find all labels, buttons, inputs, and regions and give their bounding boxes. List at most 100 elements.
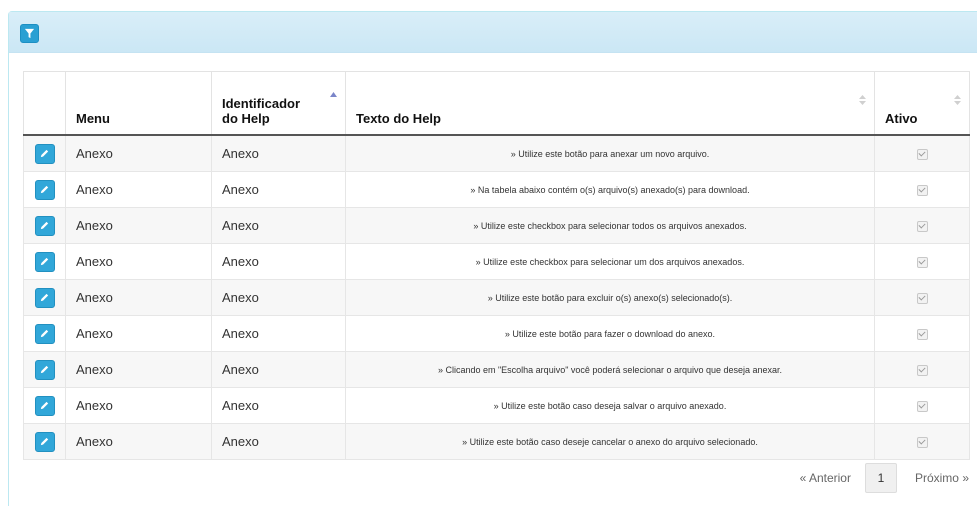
edit-button[interactable] bbox=[34, 179, 55, 200]
menu-cell: Anexo bbox=[65, 171, 212, 208]
column-header-label: Menu bbox=[76, 111, 110, 126]
pencil-icon bbox=[40, 365, 49, 374]
table-row: Anexo Anexo» Na tabela abaixo contém o(s)… bbox=[23, 171, 970, 208]
column-header-texto[interactable]: Texto do Help bbox=[345, 71, 875, 136]
identificador-cell: Anexo bbox=[211, 387, 346, 424]
table-row: Anexo Anexo» Utilize este checkbox para s… bbox=[23, 207, 970, 244]
table-row: Anexo Anexo» Clicando em "Escolha arquivo… bbox=[23, 351, 970, 388]
edit-button[interactable] bbox=[34, 323, 55, 344]
edit-button[interactable] bbox=[34, 143, 55, 164]
pencil-icon bbox=[40, 329, 49, 338]
ativo-checkbox bbox=[916, 257, 928, 269]
column-header-identificador[interactable]: Identificador do Help bbox=[211, 71, 346, 136]
identificador-cell: Anexo bbox=[211, 134, 346, 172]
edit-cell bbox=[23, 243, 66, 280]
next-page-link[interactable]: Próximo » bbox=[915, 471, 969, 485]
ativo-cell bbox=[874, 423, 970, 460]
ativo-checkbox bbox=[916, 185, 928, 197]
table-row: Anexo Anexo» Utilize este botão para excl… bbox=[23, 279, 970, 316]
table-row: Anexo Anexo» Utilize este checkbox para s… bbox=[23, 243, 970, 280]
column-header-menu[interactable]: Menu bbox=[65, 71, 212, 136]
menu-cell: Anexo bbox=[65, 243, 212, 280]
edit-cell bbox=[23, 279, 66, 316]
edit-cell bbox=[23, 387, 66, 424]
edit-button[interactable] bbox=[34, 431, 55, 452]
column-header-ativo[interactable]: Ativo bbox=[874, 71, 970, 136]
identificador-cell: Anexo bbox=[211, 243, 346, 280]
identificador-cell: Anexo bbox=[211, 207, 346, 244]
texto-cell: » Utilize este checkbox para selecionar … bbox=[345, 207, 875, 244]
menu-cell: Anexo bbox=[65, 207, 212, 244]
ativo-checkbox bbox=[916, 329, 928, 341]
texto-cell: » Utilize este botão para fazer o downlo… bbox=[345, 315, 875, 352]
ativo-checkbox bbox=[916, 365, 928, 377]
edit-cell bbox=[23, 315, 66, 352]
ativo-cell bbox=[874, 315, 970, 352]
ativo-cell bbox=[874, 279, 970, 316]
ativo-checkbox bbox=[916, 221, 928, 233]
ativo-checkbox bbox=[916, 401, 928, 413]
pencil-icon bbox=[40, 149, 49, 158]
texto-cell: » Utilize este checkbox para selecionar … bbox=[345, 243, 875, 280]
edit-button[interactable] bbox=[34, 395, 55, 416]
menu-cell: Anexo bbox=[65, 387, 212, 424]
ativo-cell bbox=[874, 351, 970, 388]
texto-cell: » Utilize este botão para excluir o(s) a… bbox=[345, 279, 875, 316]
identificador-cell: Anexo bbox=[211, 423, 346, 460]
ativo-checkbox bbox=[916, 293, 928, 305]
ativo-cell bbox=[874, 243, 970, 280]
help-table: Menu Identificador do Help Texto do Help… bbox=[23, 71, 970, 460]
sort-icon bbox=[859, 95, 866, 105]
pencil-icon bbox=[40, 185, 49, 194]
texto-cell: » Na tabela abaixo contém o(s) arquivo(s… bbox=[345, 171, 875, 208]
edit-cell bbox=[23, 351, 66, 388]
menu-cell: Anexo bbox=[65, 279, 212, 316]
ativo-checkbox bbox=[916, 437, 928, 449]
edit-cell bbox=[23, 171, 66, 208]
table-row: Anexo Anexo» Utilize este botão para anex… bbox=[23, 134, 970, 172]
edit-cell bbox=[23, 207, 66, 244]
identificador-cell: Anexo bbox=[211, 315, 346, 352]
texto-cell: » Clicando em "Escolha arquivo" você pod… bbox=[345, 351, 875, 388]
pencil-icon bbox=[40, 293, 49, 302]
column-header-label: Texto do Help bbox=[356, 111, 441, 126]
identificador-cell: Anexo bbox=[211, 171, 346, 208]
ativo-cell bbox=[874, 171, 970, 208]
column-header-label: Identificador do Help bbox=[222, 96, 301, 126]
texto-cell: » Utilize este botão para anexar um novo… bbox=[345, 134, 875, 172]
ativo-cell bbox=[874, 134, 970, 172]
menu-cell: Anexo bbox=[65, 423, 212, 460]
page-1-button[interactable]: 1 bbox=[864, 463, 897, 493]
previous-page-link[interactable]: « Anterior bbox=[800, 471, 851, 485]
pencil-icon bbox=[40, 437, 49, 446]
edit-button[interactable] bbox=[34, 359, 55, 380]
edit-button[interactable] bbox=[34, 215, 55, 236]
filter-icon bbox=[24, 28, 35, 39]
table-row: Anexo Anexo» Utilize este botão caso dese… bbox=[23, 387, 970, 424]
table-row: Anexo Anexo» Utilize este botão para faze… bbox=[23, 315, 970, 352]
pencil-icon bbox=[40, 221, 49, 230]
panel-heading bbox=[9, 12, 977, 53]
texto-cell: » Utilize este botão caso deseje cancela… bbox=[345, 423, 875, 460]
menu-cell: Anexo bbox=[65, 351, 212, 388]
edit-column-header bbox=[23, 71, 66, 136]
identificador-cell: Anexo bbox=[211, 351, 346, 388]
menu-cell: Anexo bbox=[65, 134, 212, 172]
edit-cell bbox=[23, 423, 66, 460]
menu-cell: Anexo bbox=[65, 315, 212, 352]
pencil-icon bbox=[40, 257, 49, 266]
pagination: « Anterior 1 Próximo » bbox=[800, 463, 969, 493]
sort-icon bbox=[954, 95, 961, 105]
ativo-cell bbox=[874, 387, 970, 424]
texto-cell: » Utilize este botão caso deseja salvar … bbox=[345, 387, 875, 424]
table-row: Anexo Anexo» Utilize este botão caso dese… bbox=[23, 423, 970, 460]
ativo-cell bbox=[874, 207, 970, 244]
edit-button[interactable] bbox=[34, 287, 55, 308]
edit-button[interactable] bbox=[34, 251, 55, 272]
filter-button[interactable] bbox=[20, 24, 39, 43]
column-header-label: Ativo bbox=[885, 111, 918, 126]
table-header-row: Menu Identificador do Help Texto do Help… bbox=[23, 71, 970, 136]
sort-ascending-icon bbox=[330, 92, 337, 97]
edit-cell bbox=[23, 134, 66, 172]
ativo-checkbox bbox=[916, 149, 928, 161]
